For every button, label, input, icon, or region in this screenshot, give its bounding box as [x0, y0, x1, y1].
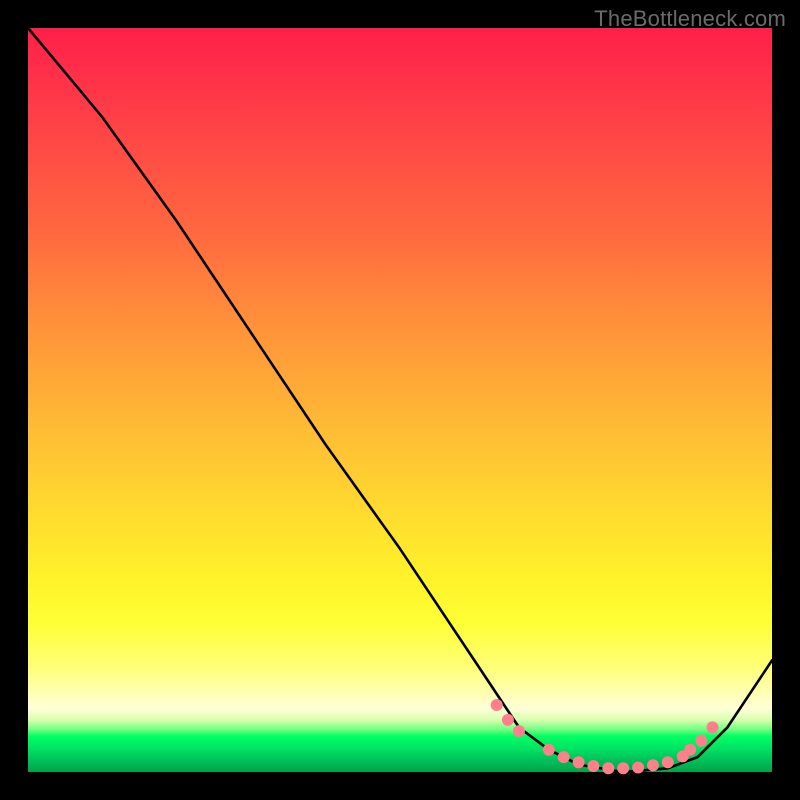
- chart-frame: TheBottleneck.com: [0, 0, 800, 800]
- highlight-dot: [587, 760, 599, 772]
- highlight-dot: [684, 744, 696, 756]
- highlight-dot: [513, 725, 525, 737]
- highlight-dot: [543, 744, 555, 756]
- bottleneck-curve: [28, 28, 772, 772]
- highlight-dot: [662, 756, 674, 768]
- curve-svg: [28, 28, 772, 772]
- highlight-dot: [573, 756, 585, 768]
- highlight-dot: [647, 759, 659, 771]
- highlight-dot: [707, 721, 719, 733]
- highlight-dot: [558, 751, 570, 763]
- highlight-dot: [695, 735, 707, 747]
- highlight-dot: [617, 762, 629, 774]
- watermark-text: TheBottleneck.com: [594, 6, 786, 32]
- plot-area: [28, 28, 772, 772]
- highlight-dot: [491, 699, 503, 711]
- highlight-dot: [502, 714, 514, 726]
- highlight-dot: [602, 762, 614, 774]
- highlight-dot: [632, 762, 644, 774]
